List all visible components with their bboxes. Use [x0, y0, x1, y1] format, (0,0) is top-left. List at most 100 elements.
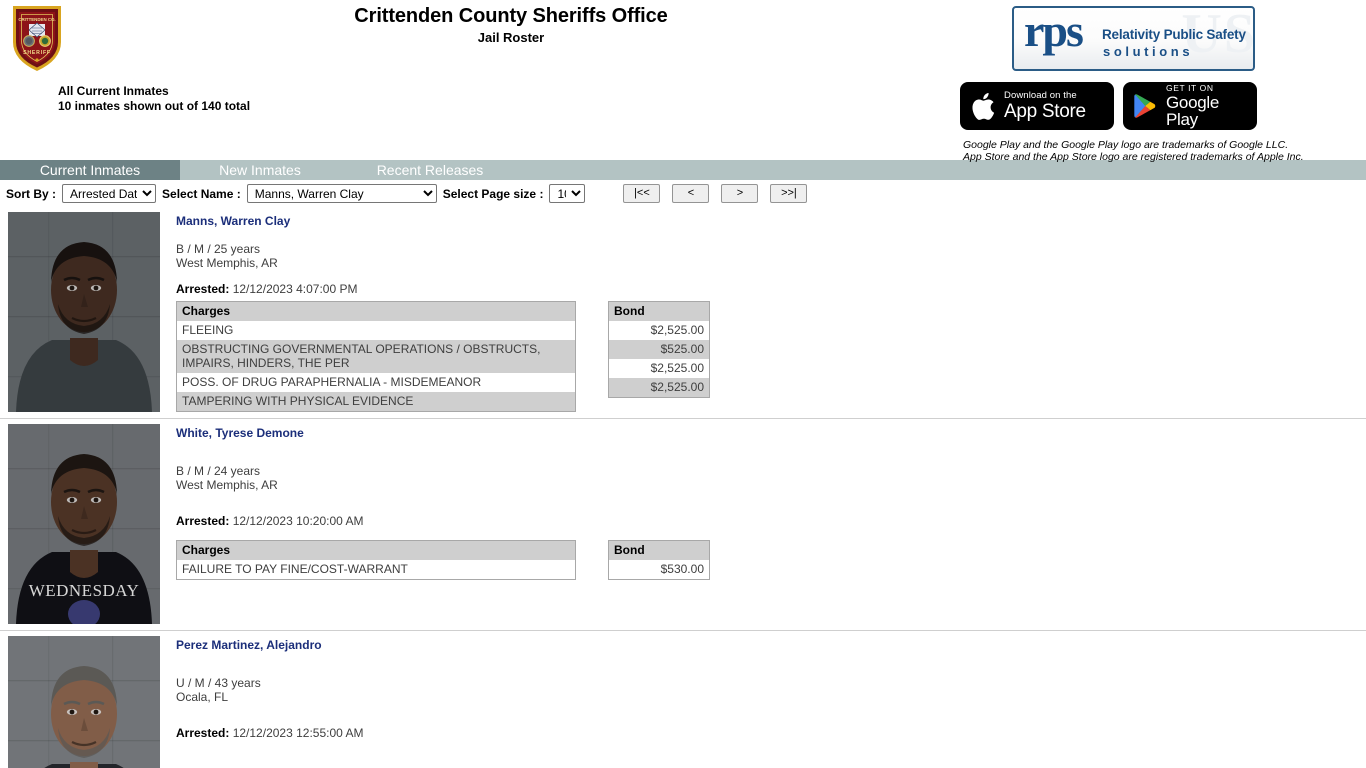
google-play-small-text: GET IT ON: [1166, 83, 1214, 94]
sort-by-select[interactable]: Arrested DateName: [62, 184, 157, 203]
select-name-select[interactable]: Manns, Warren ClayWhite, Tyrese DemonePe…: [246, 184, 437, 203]
arrested-info: Arrested: 12/12/2023 10:20:00 AM: [176, 514, 1366, 528]
charges-table: Charges FLEEING OBSTRUCTING GOVERNMENTAL…: [176, 301, 576, 412]
tab-new-inmates-label: New Inmates: [219, 162, 301, 178]
charge-row: FAILURE TO PAY FINE/COST-WARRANT: [176, 560, 576, 580]
inmate-name-link[interactable]: Manns, Warren Clay: [176, 214, 290, 228]
store-badges: Download on the App Store GET IT ON Goog…: [960, 82, 1257, 130]
arrested-datetime: 12/12/2023 4:07:00 PM: [232, 282, 358, 296]
app-store-button[interactable]: Download on the App Store: [960, 82, 1114, 130]
bond-amount: $525.00: [608, 340, 710, 359]
bond-row: $530.00: [608, 560, 710, 580]
arrested-datetime: 12/12/2023 12:55:00 AM: [232, 726, 364, 740]
charges-column-header: Charges: [176, 540, 576, 560]
rps-wordmark: rps: [1024, 6, 1084, 56]
bond-table: Bond $2,525.00 $525.00 $2,525.00 $2,525.…: [608, 301, 710, 398]
inmate-roster-list: Manns, Warren Clay B / M / 25 years West…: [0, 207, 1366, 768]
apple-logo-icon: [970, 91, 996, 122]
mugshot-photo[interactable]: [8, 212, 160, 412]
page-subtitle: Jail Roster: [477, 30, 545, 45]
summary-line-1: All Current Inmates: [58, 84, 169, 98]
charge-description: OBSTRUCTING GOVERNMENTAL OPERATIONS / OB…: [176, 340, 576, 373]
tab-recent-releases-label: Recent Releases: [376, 162, 484, 178]
bond-row: $525.00: [608, 340, 710, 359]
mugshot-container: [0, 207, 176, 418]
mugshot-container: [0, 631, 176, 768]
bond-amount: $2,525.00: [608, 321, 710, 340]
pagination-controls: |<< < > >>|: [623, 184, 808, 203]
app-store-small-text: Download on the: [1004, 90, 1077, 102]
charge-description: FLEEING: [176, 321, 576, 340]
app-store-big-text: App Store: [1004, 100, 1086, 122]
mugshot-container: WEDNESDAY: [0, 419, 176, 630]
charge-row: TAMPERING WITH PHYSICAL EVIDENCE: [176, 392, 576, 412]
inmate-name-link[interactable]: Perez Martinez, Alejandro: [176, 638, 322, 652]
summary-line-2: 10 inmates shown out of 140 total: [58, 99, 251, 113]
bond-table: Bond $530.00: [608, 540, 710, 580]
filter-toolbar: Sort By : Arrested DateName Select Name …: [0, 180, 1366, 207]
arrested-datetime: 12/12/2023 10:20:00 AM: [232, 514, 364, 528]
last-page-button[interactable]: >>|: [770, 184, 808, 203]
page-title: Crittenden County Sheriffs Office: [354, 5, 668, 27]
tab-new-inmates[interactable]: New Inmates: [180, 160, 340, 180]
sort-by-label: Sort By :: [6, 186, 57, 201]
bond-column-header: Bond: [608, 540, 710, 560]
inmate-name-link[interactable]: White, Tyrese Demone: [176, 426, 304, 440]
inmate-demographics: U / M / 43 years: [176, 676, 261, 690]
inmate-location: West Memphis, AR: [176, 478, 278, 492]
bond-amount: $2,525.00: [608, 359, 710, 378]
bond-row: $2,525.00: [608, 359, 710, 378]
tab-current-inmates-label: Current Inmates: [39, 162, 141, 178]
inmate-details: White, Tyrese Demone B / M / 24 years We…: [176, 419, 1366, 630]
app-store-label: Download on the App Store: [1004, 91, 1086, 121]
inmate-demographics: B / M / 25 years: [176, 242, 261, 256]
trademark-notice: Google Play and the Google Play logo are…: [963, 139, 1304, 163]
arrested-label: Arrested:: [176, 514, 230, 528]
rps-logo[interactable]: US rps Relativity Public Safety solution…: [1012, 6, 1255, 71]
charge-description: POSS. OF DRUG PARAPHERNALIA - MISDEMEANO…: [176, 373, 576, 392]
charge-row: OBSTRUCTING GOVERNMENTAL OPERATIONS / OB…: [176, 340, 576, 373]
google-play-icon: [1133, 93, 1158, 120]
inmate-demographics: B / M / 24 years: [176, 464, 261, 478]
google-play-label: GET IT ON Google Play: [1166, 84, 1245, 128]
google-play-big-text: Google Play: [1166, 92, 1220, 129]
inmate-location: Ocala, FL: [176, 690, 229, 704]
bond-row: $2,525.00: [608, 378, 710, 398]
first-page-button[interactable]: |<<: [623, 184, 661, 203]
charges-bond-tables: Charges FAILURE TO PAY FINE/COST-WARRANT…: [176, 540, 1366, 580]
bond-amount: $2,525.00: [608, 378, 710, 398]
inmate-details: Manns, Warren Clay B / M / 25 years West…: [176, 207, 1366, 418]
charge-description: TAMPERING WITH PHYSICAL EVIDENCE: [176, 392, 576, 412]
mugshot-photo[interactable]: [8, 636, 160, 768]
tab-bar: Current Inmates New Inmates Recent Relea…: [0, 160, 1366, 180]
bond-row: $2,525.00: [608, 321, 710, 340]
rps-tagline-line2: solutions: [1103, 44, 1194, 59]
arrested-info: Arrested: 12/12/2023 4:07:00 PM: [176, 282, 1366, 296]
arrested-info: Arrested: 12/12/2023 12:55:00 AM: [176, 726, 1366, 740]
charge-row: POSS. OF DRUG PARAPHERNALIA - MISDEMEANO…: [176, 373, 576, 392]
tab-recent-releases[interactable]: Recent Releases: [340, 160, 520, 180]
page-header: CRITTENDEN CO. SHERIFF Crittenden County…: [0, 0, 1366, 163]
arrested-label: Arrested:: [176, 282, 230, 296]
inmate-record: Perez Martinez, Alejandro U / M / 43 yea…: [0, 631, 1366, 768]
charges-column-header: Charges: [176, 301, 576, 321]
select-name-label: Select Name :: [162, 186, 241, 201]
inmate-record: WEDNESDAY White, Tyrese Demone B / M / 2…: [0, 419, 1366, 631]
bond-amount: $530.00: [608, 560, 710, 580]
next-page-button[interactable]: >: [721, 184, 759, 203]
title-block: Crittenden County Sheriffs Office Jail R…: [0, 4, 1022, 46]
arrested-label: Arrested:: [176, 726, 230, 740]
rps-tagline-line1: Relativity Public Safety: [1102, 27, 1246, 42]
inmate-record: Manns, Warren Clay B / M / 25 years West…: [0, 207, 1366, 419]
tab-current-inmates[interactable]: Current Inmates: [0, 160, 180, 180]
page-size-select[interactable]: 102550: [549, 184, 586, 203]
prev-page-button[interactable]: <: [672, 184, 710, 203]
inmate-details: Perez Martinez, Alejandro U / M / 43 yea…: [176, 631, 1366, 768]
charge-description: FAILURE TO PAY FINE/COST-WARRANT: [176, 560, 576, 580]
page-size-label: Select Page size :: [442, 186, 544, 201]
inmate-count-summary: All Current Inmates 10 inmates shown out…: [58, 84, 250, 114]
mugshot-photo[interactable]: WEDNESDAY: [8, 424, 160, 624]
charges-table: Charges FAILURE TO PAY FINE/COST-WARRANT: [176, 540, 576, 580]
google-play-button[interactable]: GET IT ON Google Play: [1123, 82, 1257, 130]
svg-text:SHERIFF: SHERIFF: [23, 50, 51, 56]
